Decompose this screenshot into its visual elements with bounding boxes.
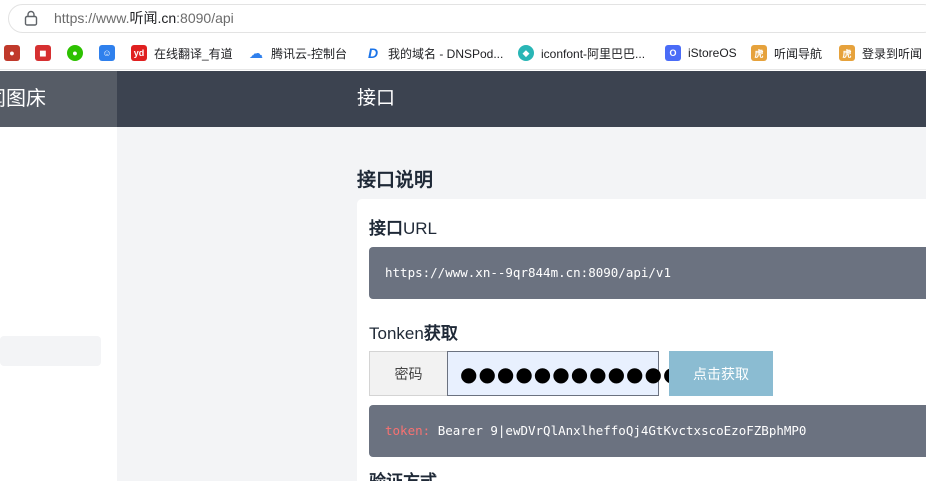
get-token-button[interactable]: 点击获取 [669, 351, 773, 396]
bookmarks-bar: ● ◼ ● ☺ yd 在线翻译_有道 ☁ 腾讯云-控制台 D 我的域名 - DN… [0, 36, 926, 70]
bookmark-tingwen-login[interactable]: 虎 登录到听闻 [839, 43, 922, 63]
brand-text: 闻图床 [0, 88, 46, 110]
app-header: 闻图床 接口 [0, 71, 926, 127]
api-url-box: https://www.xn--9qr844m.cn:8090/api/v1 [369, 247, 926, 299]
cloud-icon: ☁ [248, 44, 264, 61]
address-bar: https://www.听闻.cn:8090/api [0, 0, 926, 36]
api-url-heading-rest: URL [403, 219, 438, 238]
bookmark-label: 在线翻译_有道 [154, 46, 233, 61]
bookmark-tingwen-nav[interactable]: 虎 听闻导航 [751, 43, 822, 63]
brand-logo[interactable]: 闻图床 [0, 71, 117, 127]
bookmark-label: 登录到听闻 [862, 46, 923, 61]
iconfont-icon: ◆ [518, 45, 534, 61]
password-input[interactable]: ●●●●●●●●●●●● [447, 351, 680, 396]
token-box: token: Bearer 9|ewDVrQlAnxlheffoQj4GtKvc… [369, 405, 926, 457]
url-domain: 听闻.cn [129, 10, 177, 26]
token-heading: Tonken获取 [369, 319, 458, 344]
user-icon: ☺ [99, 45, 115, 61]
bookmark-youdao[interactable]: yd 在线翻译_有道 [131, 43, 233, 63]
dnspod-icon: D [365, 45, 381, 61]
tiger-icon-2: 虎 [839, 45, 855, 61]
sidebar [0, 127, 117, 481]
api-url-heading: 接口URL [369, 214, 437, 239]
token-heading-rest: Tonken [369, 324, 424, 343]
url-suffix: :8090/api [176, 10, 234, 26]
bookmark-istoreos[interactable]: O iStoreOS [665, 43, 737, 63]
sidebar-item[interactable] [0, 336, 101, 366]
section-title: 接口说明 [357, 170, 434, 191]
token-heading-bold: 获取 [423, 324, 458, 343]
ninja-icon: ● [4, 45, 20, 61]
istore-icon: O [665, 45, 681, 61]
bookmark-user[interactable]: ☺ [99, 43, 122, 63]
bookmark-app-red[interactable]: ◼ [35, 43, 58, 63]
bookmark-ninja[interactable]: ● [4, 43, 27, 63]
bookmark-label: iconfont-阿里巴巴... [541, 46, 646, 61]
bookmark-label: 听闻导航 [774, 46, 823, 61]
bookmark-iconfont[interactable]: ◆ iconfont-阿里巴巴... [518, 43, 645, 63]
youdao-icon: yd [131, 45, 147, 61]
url-text[interactable]: https://www.听闻.cn:8090/api [54, 10, 234, 26]
page-title: 接口 [357, 88, 396, 109]
tiger-icon: 虎 [751, 45, 767, 61]
app-red-icon: ◼ [35, 45, 51, 61]
bookmark-dnspod[interactable]: D 我的域名 - DNSPod... [365, 43, 503, 63]
url-prefix: https://www. [54, 10, 130, 26]
wechat-icon: ● [67, 45, 83, 61]
token-value: Bearer 9|ewDVrQlAnxlheffoQj4GtKvctxscoEz… [437, 423, 807, 438]
lock-icon[interactable] [24, 10, 38, 26]
bookmark-tencent-cloud[interactable]: ☁ 腾讯云-控制台 [248, 43, 347, 63]
api-url-heading-bold: 接口 [369, 219, 403, 238]
auth-method-heading: 验证方式 [369, 467, 437, 481]
token-key: token: [385, 423, 431, 438]
bookmark-label: 我的域名 - DNSPod... [388, 46, 504, 61]
bookmark-label: 腾讯云-控制台 [271, 46, 347, 61]
bookmark-label: iStoreOS [688, 46, 737, 60]
password-label: 密码 [369, 351, 447, 396]
bookmark-wechat[interactable]: ● [67, 43, 90, 63]
